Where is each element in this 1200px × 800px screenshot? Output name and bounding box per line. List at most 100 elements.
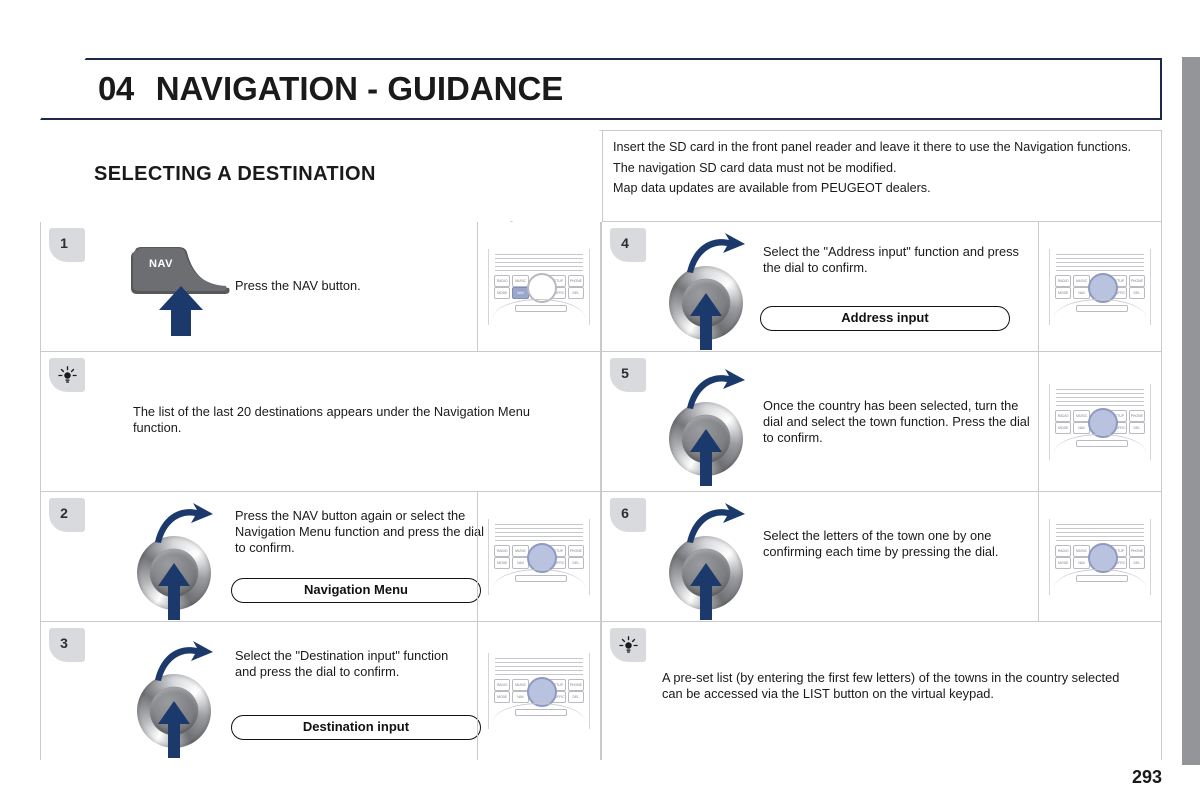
rotate-arrow-icon [155, 503, 213, 543]
intro-line-3: Map data updates are available from PEUG… [613, 181, 931, 195]
facia-key-radio: RADIO [494, 544, 511, 557]
press-arrow-icon [690, 429, 722, 486]
step-number-5: 5 [621, 365, 629, 381]
dial-graphic-3 [137, 641, 213, 758]
rotate-arrow-icon [687, 503, 745, 543]
step-number-1: 1 [60, 235, 68, 251]
tip-cell-2: A pre-set list (by entering the first fe… [601, 622, 1162, 760]
nav-button-label: NAV [149, 258, 173, 270]
facia-key-del: DEL [567, 691, 585, 703]
facia-thumbnail-5: RADIO MUSIC SETUP PHONE MODE NAV TRAFFIC… [1038, 352, 1161, 491]
step-number-4: 4 [621, 235, 629, 251]
light-bulb-icon [57, 365, 77, 383]
facia-thumbnail-2: RADIO MUSIC SETUP PHONE MODE NAV TRAFFIC… [477, 492, 600, 621]
dial-graphic-2 [137, 503, 213, 620]
step-cell-5: 5 Once the country has been selected, tu… [601, 352, 1162, 492]
step-cell-6: 6 Select the letters of the town one by … [601, 492, 1162, 622]
facia-dial-icon [1088, 407, 1118, 438]
step-number-badge-3: 3 [49, 628, 85, 662]
step-cell-2: 2 Press the NAV button again or select t… [40, 492, 601, 622]
step-cell-1: 1 NAV Press the NAV button. RADIO MUSIC [40, 222, 601, 352]
dial-graphic-4 [669, 233, 745, 350]
step-text-1: Press the NAV button. [235, 278, 361, 293]
chapter-header: 04 NAVIGATION - GUIDANCE [40, 58, 1162, 120]
facia-dial-icon [1088, 542, 1118, 573]
intro-line-1: Insert the SD card in the front panel re… [613, 140, 1132, 154]
tip-text-2: A pre-set list (by entering the first fe… [662, 670, 1120, 701]
facia-key-del: DEL [1128, 286, 1146, 299]
facia-key-del: DEL [1128, 421, 1146, 434]
tip-cell-1: The list of the last 20 destinations app… [40, 352, 601, 492]
press-arrow-icon [690, 293, 722, 350]
nav-button-icon [131, 247, 230, 336]
page-number: 293 [1131, 767, 1162, 787]
press-arrow-icon [690, 563, 722, 620]
step-number-badge-2: 2 [49, 498, 85, 532]
rotate-arrow-icon [155, 641, 213, 681]
facia-dial-icon [527, 542, 557, 573]
facia-key-mode: MODE [1055, 286, 1072, 299]
step-text-2: Press the NAV button again or select the… [235, 508, 484, 555]
left-step-column: 1 NAV Press the NAV button. RADIO MUSIC [40, 222, 601, 760]
facia-key-radio: RADIO [1055, 409, 1072, 422]
menu-pill-navigation-menu[interactable]: Navigation Menu [231, 578, 481, 603]
step-text-3: Select the "Destination input" function … [235, 648, 449, 679]
step-number-badge-5: 5 [610, 358, 646, 392]
facia-key-radio: RADIO [494, 679, 511, 691]
menu-pill-destination-input[interactable]: Destination input [231, 715, 481, 740]
intro-line-2: The navigation SD card data must not be … [613, 160, 897, 175]
facia-key-mode: MODE [494, 556, 511, 569]
step-number-3: 3 [60, 635, 68, 651]
facia-key-mode: MODE [1055, 556, 1072, 569]
facia-key-radio: RADIO [494, 274, 511, 287]
step-number-2: 2 [60, 505, 68, 521]
facia-key-phone: PHONE [1128, 409, 1146, 422]
nav-button-graphic: NAV [129, 244, 249, 344]
facia-dial-icon [1088, 272, 1118, 303]
press-arrow-icon [158, 563, 190, 620]
manual-page: 04 NAVIGATION - GUIDANCE SELECTING A DES… [0, 0, 1200, 800]
step-cell-3: 3 Select the "Destination input" functio… [40, 622, 601, 760]
facia-thumbnail-6: RADIO MUSIC SETUP PHONE MODE NAV TRAFFIC… [1038, 492, 1161, 621]
facia-key-mode: MODE [494, 691, 511, 703]
facia-key-phone: PHONE [1128, 544, 1146, 557]
facia-thumbnail-1: RADIO MUSIC SETUP PHONE MODE NAV TRAFFIC… [477, 222, 600, 351]
facia-key-radio: RADIO [1055, 274, 1072, 287]
facia-thumbnail-4: RADIO MUSIC SETUP PHONE MODE NAV TRAFFIC… [1038, 222, 1161, 351]
chapter-edge-tab [1182, 57, 1200, 765]
chapter-number: 04 [98, 70, 134, 107]
rotate-arrow-icon [687, 233, 745, 273]
facia-thumbnail-3: RADIO MUSIC SETUP PHONE MODE NAV TRAFFIC… [477, 622, 600, 760]
right-step-column: 4 Select the "Address input" function an… [601, 222, 1162, 760]
facia-key-radio: RADIO [1055, 544, 1072, 557]
chapter-title: NAVIGATION - GUIDANCE [155, 70, 564, 107]
step-cell-4: 4 Select the "Address input" function an… [601, 222, 1162, 352]
light-bulb-icon [618, 635, 638, 653]
section-title: SELECTING A DESTINATION [94, 163, 376, 185]
facia-key-phone: PHONE [1128, 274, 1146, 287]
step-number-badge-6: 6 [610, 498, 646, 532]
facia-dial-icon [527, 272, 557, 303]
tip-text-1: The list of the last 20 destinations app… [133, 404, 530, 435]
facia-key-mode: MODE [494, 286, 511, 299]
dial-graphic-6 [669, 503, 745, 620]
facia-key-phone: PHONE [567, 544, 585, 557]
step-number-badge-1: 1 [49, 228, 85, 262]
dial-graphic-5 [669, 369, 745, 486]
step-text-6: Select the letters of the town one by on… [763, 528, 999, 559]
rotate-arrow-icon [687, 369, 745, 409]
step-number-badge-4: 4 [610, 228, 646, 262]
facia-key-del: DEL [567, 556, 585, 569]
menu-pill-address-input[interactable]: Address input [760, 306, 1010, 331]
step-text-5: Once the country has been selected, turn… [763, 398, 1030, 445]
step-text-4: Select the "Address input" function and … [763, 244, 1019, 275]
facia-key-phone: PHONE [567, 274, 585, 287]
facia-key-del: DEL [1128, 556, 1146, 569]
intro-panel: Insert the SD card in the front panel re… [602, 130, 1162, 222]
facia-key-mode: MODE [1055, 421, 1072, 434]
tip-badge-1 [49, 358, 85, 392]
press-arrow-icon [158, 701, 190, 758]
facia-key-del: DEL [567, 286, 585, 299]
facia-key-phone: PHONE [567, 679, 585, 691]
step-number-6: 6 [621, 505, 629, 521]
